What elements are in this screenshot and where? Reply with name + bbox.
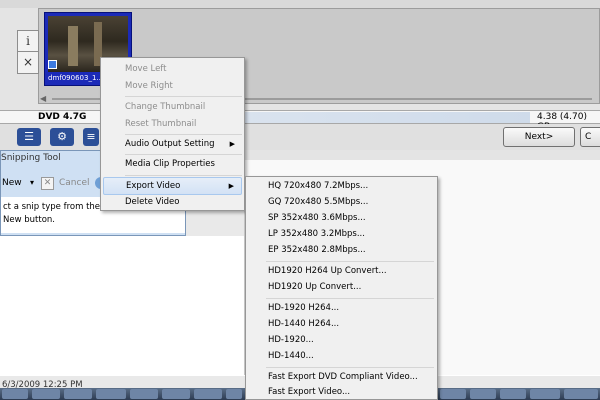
taskbar-button[interactable] — [162, 389, 190, 399]
gear-icon[interactable]: ⚙ — [50, 128, 74, 146]
window-title: Snipping Tool — [1, 153, 61, 163]
submenu-item-fast-export-video[interactable]: Fast Export Video... — [248, 384, 435, 400]
menu-item-change-thumbnail[interactable]: Change Thumbnail — [103, 98, 242, 116]
menu-item-label: Export Video — [126, 181, 181, 191]
submenu-arrow-icon: ▶ — [229, 140, 235, 148]
chevron-down-icon[interactable]: ▾ — [30, 178, 34, 187]
close-icon[interactable]: × — [18, 52, 38, 73]
submenu-item-gq[interactable]: GQ 720x480 5.5Mbps... — [248, 194, 435, 210]
message-line: New button. — [3, 215, 55, 225]
video-editor-window: dmf090603_1... i × ◀ DVD 4.7G 4.38 (4.70… — [0, 0, 600, 160]
taskbar-button[interactable] — [440, 389, 466, 399]
new-snip-button[interactable]: New — [2, 178, 22, 188]
menu-item-move-left[interactable]: Move Left — [103, 60, 242, 78]
database-icon[interactable]: ≡ — [83, 128, 99, 146]
list-view-icon[interactable]: ☰ — [17, 128, 41, 146]
taskbar-button[interactable] — [564, 389, 598, 399]
submenu-item-hq[interactable]: HQ 720x480 7.2Mbps... — [248, 178, 435, 194]
taskbar-button[interactable] — [130, 389, 158, 399]
taskbar-button[interactable] — [2, 389, 28, 399]
submenu-item-hd-1920[interactable]: HD-1920... — [248, 332, 435, 348]
taskbar-button[interactable] — [470, 389, 496, 399]
clip-context-menu: Move Left Move Right Change Thumbnail Re… — [100, 57, 245, 211]
submenu-arrow-icon: ▶ — [228, 182, 234, 190]
menu-separator — [266, 298, 434, 299]
submenu-item-hd-1440[interactable]: HD-1440... — [248, 348, 435, 364]
scroll-left-arrow-icon[interactable]: ◀ — [40, 94, 46, 103]
taskbar-button[interactable] — [194, 389, 222, 399]
submenu-item-hd1920-up-convert[interactable]: HD1920 Up Convert... — [248, 279, 435, 295]
taskbar-button[interactable] — [530, 389, 560, 399]
menu-separator — [266, 367, 434, 368]
disc-type-label: DVD 4.7G — [38, 112, 87, 122]
menu-item-delete-video[interactable]: Delete Video — [103, 193, 242, 211]
submenu-item-ep[interactable]: EP 352x480 2.8Mbps... — [248, 242, 435, 258]
menu-item-reset-thumbnail[interactable]: Reset Thumbnail — [103, 115, 242, 133]
clip-type-badge-icon — [48, 60, 57, 69]
menu-separator — [125, 175, 242, 176]
submenu-item-fast-export-dvd-compliant[interactable]: Fast Export DVD Compliant Video... — [248, 369, 435, 385]
taskbar-button[interactable] — [500, 389, 526, 399]
submenu-item-lp[interactable]: LP 352x480 3.2Mbps... — [248, 226, 435, 242]
menu-item-move-right[interactable]: Move Right — [103, 77, 242, 95]
info-icon[interactable]: i — [18, 31, 38, 52]
taskbar-button[interactable] — [226, 389, 242, 399]
next-button[interactable]: Next> — [503, 127, 575, 147]
submenu-item-hd-1920-h264[interactable]: HD-1920 H264... — [248, 300, 435, 316]
taskbar-button[interactable] — [32, 389, 60, 399]
submenu-item-hd-1440-h264[interactable]: HD-1440 H264... — [248, 316, 435, 332]
submenu-item-sp[interactable]: SP 352x480 3.6Mbps... — [248, 210, 435, 226]
menu-item-audio-output-setting[interactable]: Audio Output Setting ▶ — [103, 135, 242, 153]
cancel-button[interactable]: Cancel — [59, 178, 90, 188]
menu-separator — [266, 261, 434, 262]
export-video-submenu: HQ 720x480 7.2Mbps... GQ 720x480 5.5Mbps… — [245, 176, 438, 400]
side-tool-panel: i × — [17, 30, 39, 74]
secondary-button[interactable]: C — [580, 127, 600, 147]
taskbar-button[interactable] — [64, 389, 92, 399]
menu-item-label: Audio Output Setting — [125, 139, 215, 149]
disc-capacity-bar: DVD 4.7G 4.38 (4.70) GB — [0, 110, 600, 132]
cancel-icon[interactable]: ✕ — [41, 177, 54, 190]
window-frame — [0, 0, 600, 8]
bottom-toolbar: ☰ ⚙ ≡ Next> C — [0, 124, 600, 150]
taskbar-button[interactable] — [96, 389, 126, 399]
menu-separator — [125, 96, 242, 97]
menu-item-media-clip-properties[interactable]: Media Clip Properties — [103, 155, 242, 173]
submenu-item-hd1920-h264-up-convert[interactable]: HD1920 H264 Up Convert... — [248, 263, 435, 279]
